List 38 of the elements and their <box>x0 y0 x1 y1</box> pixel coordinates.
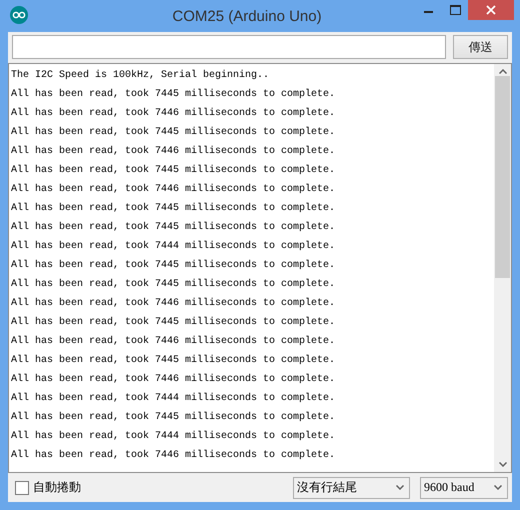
maximize-icon <box>450 5 460 15</box>
output-line: All has been read, took 7446 milliseconds to complete. <box>11 296 336 311</box>
caret-icon <box>494 485 502 490</box>
output-line: All has been read, took 7445 milliseconds to complete. <box>11 278 336 292</box>
close-icon <box>486 5 496 15</box>
output-line: All has been read, took 7446 milliseconds to complete. <box>11 448 336 463</box>
output-line: All has been read, took 7446 milliseconds to complete. <box>11 182 336 197</box>
output-line: All has been read, took 7445 milliseconds to complete. <box>11 410 336 425</box>
input-field[interactable] <box>12 35 446 59</box>
scroll-thumb[interactable] <box>495 76 510 278</box>
output-line: The I2C Speed is 100kHz, Serial beginning.. <box>11 68 270 83</box>
line-ending-dropdown[interactable]: 沒有行結尾 <box>293 476 410 498</box>
scrollbar[interactable] <box>494 64 511 472</box>
output-line: All has been read, took 7445 milliseconds to complete. <box>11 126 336 140</box>
send-button[interactable]: 傳送 <box>453 35 508 59</box>
output-line: All has been read, took 7446 milliseconds to complete. <box>11 106 336 121</box>
output-line: All has been read, took 7445 milliseconds to complete. <box>11 164 336 178</box>
output-line: All has been read, took 7445 milliseconds to complete. <box>11 88 336 102</box>
output-line: All has been read, took 7446 milliseconds to complete. <box>11 144 336 159</box>
close-button[interactable] <box>468 0 514 20</box>
scroll-up-icon[interactable] <box>498 69 506 74</box>
caret-icon <box>396 485 404 490</box>
window-title: COM25 (Arduino Uno) <box>171 8 323 24</box>
output-line: All has been read, took 7446 milliseconds to complete. <box>11 334 336 349</box>
output-line: All has been read, took 7445 milliseconds to complete. <box>11 258 336 273</box>
output-line: All has been read, took 7445 milliseconds to complete. <box>11 202 336 216</box>
output-line: All has been read, took 7444 milliseconds to complete. <box>11 392 336 406</box>
output-line: All has been read, took 7445 milliseconds to complete. <box>11 354 336 368</box>
output-line: All has been read, took 7445 milliseconds to complete. <box>11 316 336 330</box>
autoscroll-label: 自動捲動 <box>33 479 81 496</box>
output-line: All has been read, took 7445 milliseconds to complete. <box>11 220 336 235</box>
infinity-logo-icon <box>10 6 28 24</box>
autoscroll-checkbox[interactable] <box>15 480 29 494</box>
baud-rate-dropdown[interactable]: 9600 baud <box>420 476 508 498</box>
output-line: All has been read, took 7446 milliseconds to complete. <box>11 372 336 387</box>
output-line: All has been read, took 7444 milliseconds to complete. <box>11 240 336 254</box>
scroll-down-icon[interactable] <box>498 462 506 467</box>
output-line: All has been read, took 7444 milliseconds to complete. <box>11 430 336 444</box>
